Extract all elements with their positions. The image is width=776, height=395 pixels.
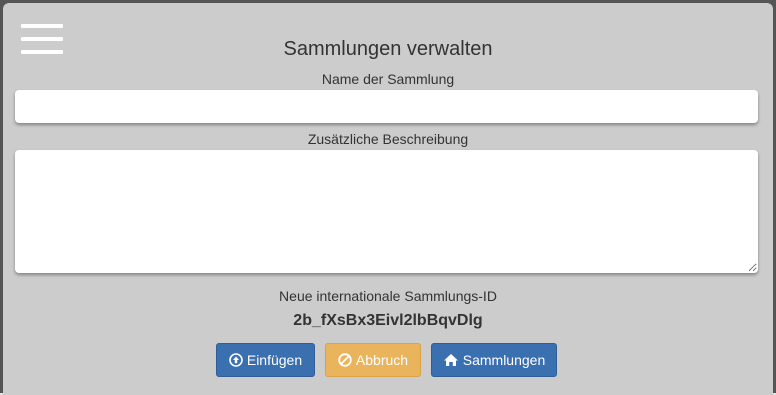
page-title: Sammlungen verwalten bbox=[283, 38, 493, 60]
collection-id-label: Neue internationale Sammlungs-ID bbox=[279, 288, 497, 304]
menu-bar bbox=[21, 24, 63, 28]
main-panel: Sammlungen verwalten Name der Sammlung Z… bbox=[3, 3, 773, 395]
collections-button[interactable]: Sammlungen bbox=[431, 343, 557, 377]
description-textarea[interactable] bbox=[15, 150, 758, 273]
collections-button-label: Sammlungen bbox=[462, 352, 546, 368]
name-label: Name der Sammlung bbox=[321, 71, 455, 87]
collection-id-value: 2b_fXsBx3Eivl2lbBqvDlg bbox=[293, 312, 483, 329]
insert-button-label: Einfügen bbox=[246, 352, 303, 368]
cancel-button[interactable]: Abbruch bbox=[325, 343, 421, 377]
collection-name-input[interactable] bbox=[15, 90, 758, 123]
upload-circle-icon bbox=[229, 353, 243, 367]
insert-button[interactable]: Einfügen bbox=[216, 343, 315, 377]
cancel-button-label: Abbruch bbox=[355, 352, 409, 368]
ban-icon bbox=[338, 353, 352, 367]
description-label: Zusätzliche Beschreibung bbox=[307, 131, 469, 147]
home-icon bbox=[443, 353, 459, 367]
window-frame: Sammlungen verwalten Name der Sammlung Z… bbox=[0, 0, 776, 395]
